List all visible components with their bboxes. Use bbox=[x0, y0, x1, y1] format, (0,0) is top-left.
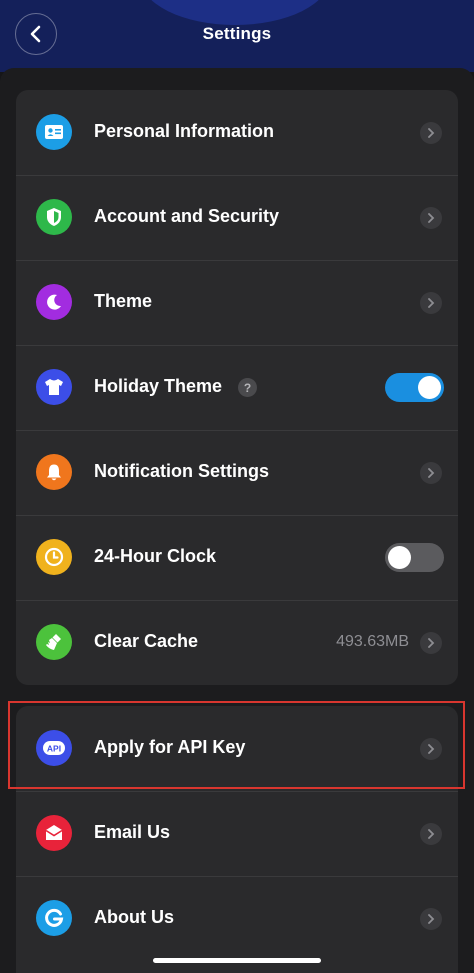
settings-group-support: API Apply for API Key Email Us About Us bbox=[16, 706, 458, 973]
tshirt-icon bbox=[36, 369, 72, 405]
page-title: Settings bbox=[202, 24, 272, 43]
account-and-security-row[interactable]: Account and Security bbox=[16, 175, 458, 260]
api-icon-text: API bbox=[47, 744, 61, 754]
24-hour-clock-row: 24-Hour Clock bbox=[16, 515, 458, 600]
chevron-right-icon bbox=[420, 122, 442, 144]
cache-size-value: 493.63MB bbox=[336, 633, 409, 650]
chevron-right-icon bbox=[420, 632, 442, 654]
holiday-theme-toggle[interactable] bbox=[385, 373, 444, 402]
row-label: Apply for API Key bbox=[94, 737, 246, 757]
header-bar: Settings bbox=[0, 0, 474, 72]
clear-cache-row[interactable]: Clear Cache 493.63MB bbox=[16, 600, 458, 685]
info-g-icon bbox=[36, 900, 72, 936]
chevron-right-icon bbox=[420, 908, 442, 930]
header-decoration bbox=[140, 0, 330, 25]
chevron-right-icon bbox=[420, 823, 442, 845]
broom-icon bbox=[36, 624, 72, 660]
row-label: Email Us bbox=[94, 822, 171, 842]
row-label: Notification Settings bbox=[94, 461, 269, 481]
help-icon[interactable]: ? bbox=[238, 378, 257, 397]
row-label: About Us bbox=[94, 907, 174, 927]
api-icon: API bbox=[36, 730, 72, 766]
row-label: Account and Security bbox=[94, 206, 280, 226]
moon-icon bbox=[36, 284, 72, 320]
theme-row[interactable]: Theme bbox=[16, 260, 458, 345]
personal-information-row[interactable]: Personal Information bbox=[16, 90, 458, 175]
row-label: Personal Information bbox=[94, 121, 275, 141]
chevron-right-icon bbox=[420, 738, 442, 760]
envelope-icon bbox=[36, 815, 72, 851]
home-indicator bbox=[153, 958, 321, 963]
about-us-row[interactable]: About Us bbox=[16, 876, 458, 961]
row-label: Theme bbox=[94, 291, 153, 311]
shield-icon bbox=[36, 199, 72, 235]
id-card-icon bbox=[36, 114, 72, 150]
chevron-right-icon bbox=[420, 292, 442, 314]
chevron-right-icon bbox=[420, 207, 442, 229]
holiday-theme-row: Holiday Theme ? bbox=[16, 345, 458, 430]
24-hour-clock-toggle[interactable] bbox=[385, 543, 444, 572]
apply-for-api-key-row[interactable]: API Apply for API Key bbox=[16, 706, 458, 791]
row-label: 24-Hour Clock bbox=[94, 546, 217, 566]
toggle-knob bbox=[418, 376, 441, 399]
settings-group-general: Personal Information Account and Securit… bbox=[16, 90, 458, 685]
toggle-knob bbox=[388, 546, 411, 569]
clock-icon bbox=[36, 539, 72, 575]
row-label: Clear Cache bbox=[94, 631, 199, 651]
notification-settings-row[interactable]: Notification Settings bbox=[16, 430, 458, 515]
email-us-row[interactable]: Email Us bbox=[16, 791, 458, 876]
row-label: Holiday Theme bbox=[94, 376, 223, 396]
chevron-right-icon bbox=[420, 462, 442, 484]
bell-icon bbox=[36, 454, 72, 490]
